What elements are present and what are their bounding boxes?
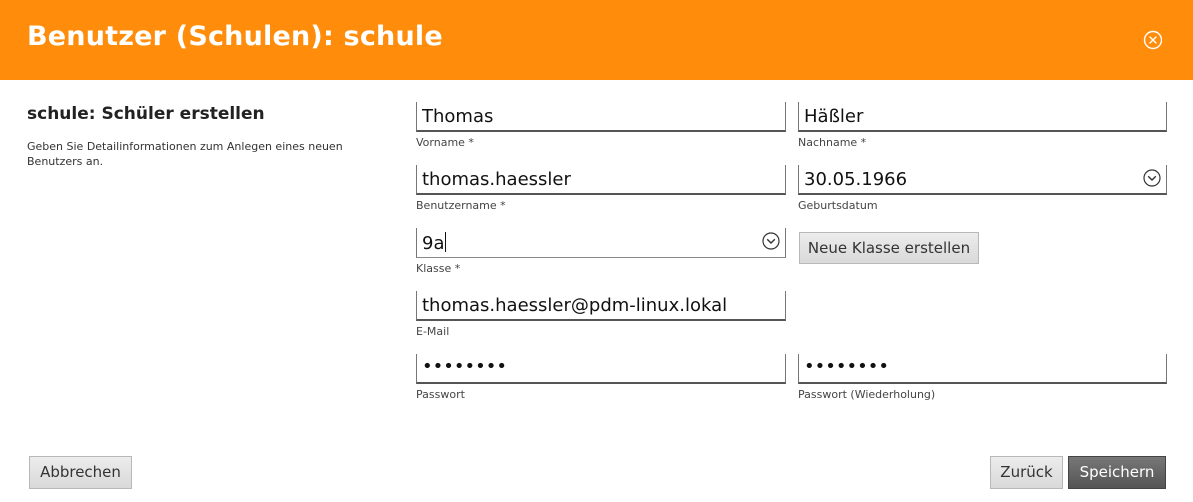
klasse-label: Klasse * — [416, 262, 461, 275]
nachname-value: Häßler — [804, 106, 864, 127]
geburtsdatum-value: 30.05.1966 — [804, 169, 908, 190]
password-value: •••••••• — [422, 356, 507, 377]
section-heading: schule: Schüler erstellen — [27, 104, 265, 124]
benutzername-value: thomas.haessler — [422, 169, 571, 190]
vorname-field[interactable]: Thomas Vorname * — [416, 102, 786, 152]
klasse-select[interactable] — [416, 228, 786, 258]
dialog-title: Benutzer (Schulen): schule — [27, 21, 443, 52]
klasse-value-wrap: 9a — [422, 232, 447, 254]
password-repeat-label: Passwort (Wiederholung) — [798, 388, 936, 401]
vorname-value: Thomas — [422, 106, 494, 127]
password-label: Passwort — [416, 388, 465, 401]
chevron-down-icon[interactable] — [762, 232, 780, 250]
geburtsdatum-field[interactable]: 30.05.1966 Geburtsdatum — [798, 165, 1167, 215]
klasse-value: 9a — [422, 233, 445, 254]
password-field[interactable]: •••••••• Passwort — [416, 354, 786, 404]
password-repeat-value: •••••••• — [804, 356, 889, 377]
nachname-label: Nachname * — [798, 136, 867, 149]
nachname-field[interactable]: Häßler Nachname * — [798, 102, 1167, 152]
benutzername-label: Benutzername * — [416, 199, 506, 212]
email-value: thomas.haessler@pdm-linux.lokal — [422, 295, 728, 316]
cancel-button[interactable]: Abbrechen — [29, 456, 132, 489]
geburtsdatum-label: Geburtsdatum — [798, 199, 878, 212]
vorname-label: Vorname * — [416, 136, 474, 149]
new-class-button[interactable]: Neue Klasse erstellen — [799, 232, 979, 264]
save-button[interactable]: Speichern — [1068, 456, 1166, 489]
email-label: E-Mail — [416, 325, 450, 338]
close-icon[interactable] — [1143, 30, 1163, 50]
password-repeat-field[interactable]: •••••••• Passwort (Wiederholung) — [798, 354, 1167, 404]
dialog-header: Benutzer (Schulen): schule — [0, 0, 1193, 80]
chevron-down-icon[interactable] — [1143, 169, 1161, 187]
benutzername-field[interactable]: thomas.haessler Benutzername * — [416, 165, 786, 215]
text-caret — [445, 232, 447, 252]
section-description: Geben Sie Detailinformationen zum Anlege… — [27, 140, 343, 168]
email-field[interactable]: thomas.haessler@pdm-linux.lokal E-Mail — [416, 291, 786, 341]
klasse-field[interactable]: 9a Klasse * — [416, 228, 786, 278]
back-button[interactable]: Zurück — [990, 456, 1063, 489]
